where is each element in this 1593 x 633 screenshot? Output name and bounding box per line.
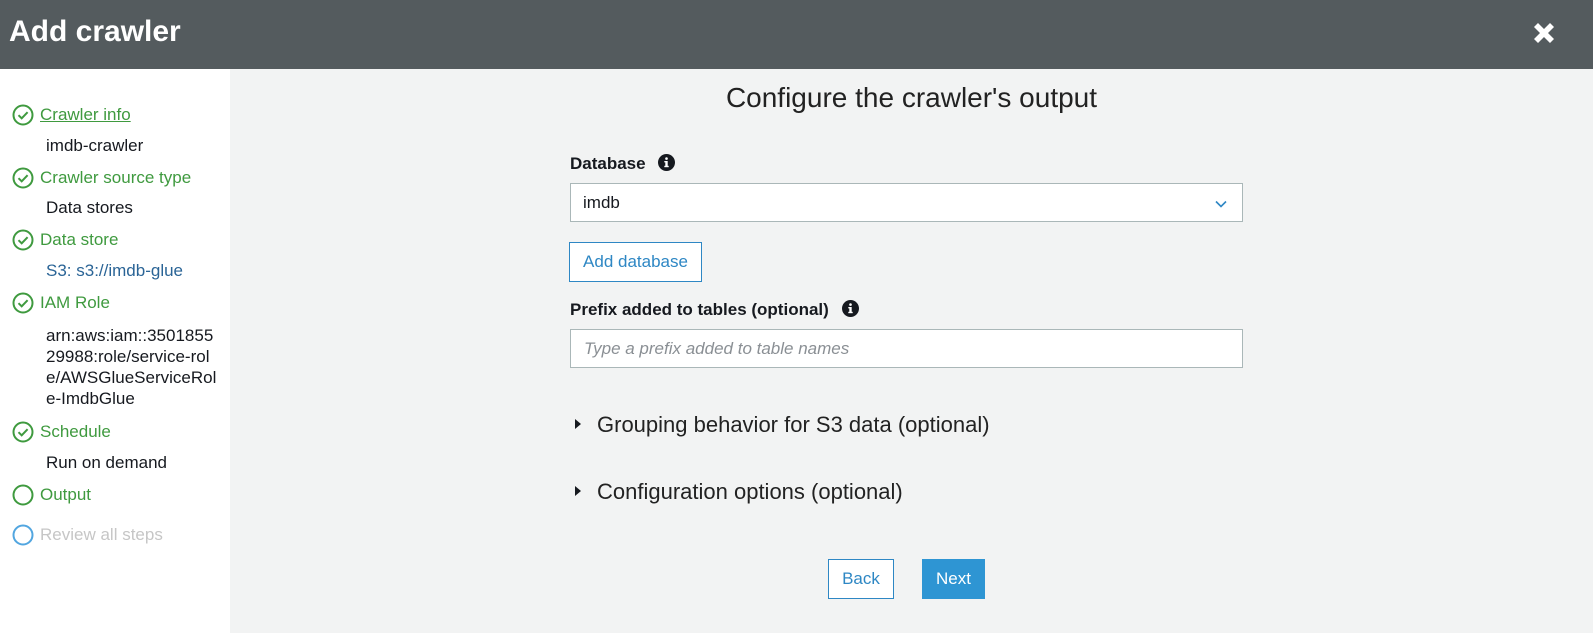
add-database-button[interactable]: Add database bbox=[569, 242, 702, 282]
check-circle-icon bbox=[12, 421, 34, 443]
table-prefix-input[interactable] bbox=[570, 329, 1243, 368]
sidebar-step-value: arn:aws:iam::350185529988:role/service-r… bbox=[46, 326, 217, 408]
sidebar-step-value: Run on demand bbox=[46, 453, 167, 472]
check-circle-icon bbox=[12, 104, 34, 126]
sidebar-step-label: Review all steps bbox=[40, 525, 163, 544]
section-heading: Configure the crawler's output bbox=[725, 82, 1098, 113]
sidebar-step-label: Crawler source type bbox=[40, 168, 192, 187]
sidebar-step-value: imdb-crawler bbox=[46, 136, 144, 155]
page-title: Add crawler bbox=[9, 15, 181, 48]
sidebar-step-label[interactable]: Crawler info bbox=[40, 105, 131, 125]
prefix-label: Prefix added to tables (optional) bbox=[570, 300, 859, 320]
sidebar-step-value: S3: s3://imdb-glue bbox=[46, 261, 184, 280]
info-icon[interactable] bbox=[658, 154, 676, 171]
expander-label: Configuration options (optional) bbox=[597, 479, 903, 504]
header-bar: Add crawler bbox=[0, 0, 1593, 69]
check-circle-icon bbox=[12, 292, 34, 314]
close-icon[interactable] bbox=[1529, 18, 1559, 48]
caret-right-icon bbox=[575, 486, 581, 496]
sidebar-step-label: IAM Role bbox=[40, 293, 110, 312]
circle-icon bbox=[12, 484, 34, 506]
database-label: Database bbox=[570, 154, 676, 174]
check-circle-icon bbox=[12, 229, 34, 251]
database-select-value: imdb bbox=[583, 193, 620, 212]
prefix-label-text: Prefix added to tables (optional) bbox=[570, 300, 829, 319]
chevron-down-icon bbox=[1215, 200, 1227, 208]
caret-right-icon bbox=[575, 419, 581, 429]
sidebar-step-label: Output bbox=[40, 485, 92, 504]
info-icon[interactable] bbox=[841, 300, 859, 317]
expander-label: Grouping behavior for S3 data (optional) bbox=[597, 412, 990, 437]
sidebar-step-label: Data store bbox=[40, 230, 119, 249]
next-button[interactable]: Next bbox=[922, 559, 985, 599]
circle-icon bbox=[12, 524, 34, 546]
sidebar-step-value: Data stores bbox=[46, 198, 133, 217]
check-circle-icon bbox=[12, 167, 34, 189]
back-button[interactable]: Back bbox=[828, 559, 894, 599]
database-select[interactable]: imdb bbox=[570, 183, 1243, 222]
sidebar-step-label: Schedule bbox=[40, 422, 111, 441]
wizard-sidebar: Crawler info imdb-crawler Crawler source… bbox=[0, 69, 230, 633]
main-content: Configure the crawler's output Database … bbox=[230, 69, 1593, 633]
database-label-text: Database bbox=[570, 154, 646, 173]
